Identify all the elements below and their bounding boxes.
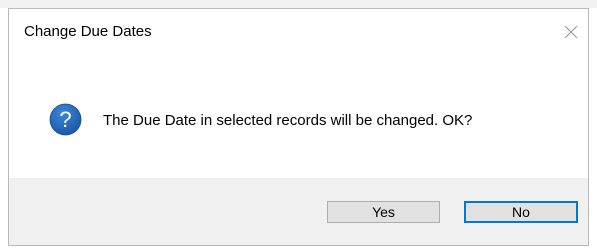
change-due-dates-dialog: Change Due Dates ? The Due Date in selec…	[8, 8, 589, 246]
yes-button[interactable]: Yes	[327, 201, 440, 223]
dialog-titlebar[interactable]: Change Due Dates	[9, 9, 588, 49]
close-icon	[564, 25, 578, 39]
dialog-content: ? The Due Date in selected records will …	[9, 49, 588, 182]
svg-text:?: ?	[59, 107, 71, 132]
close-button[interactable]	[558, 19, 584, 45]
question-icon: ?	[49, 103, 82, 136]
dialog-message: The Due Date in selected records will be…	[103, 112, 473, 129]
background-window-strip	[0, 0, 597, 8]
dialog-button-bar: Yes No	[9, 178, 588, 245]
dialog-title: Change Due Dates	[24, 23, 152, 40]
no-button[interactable]: No	[464, 201, 578, 223]
